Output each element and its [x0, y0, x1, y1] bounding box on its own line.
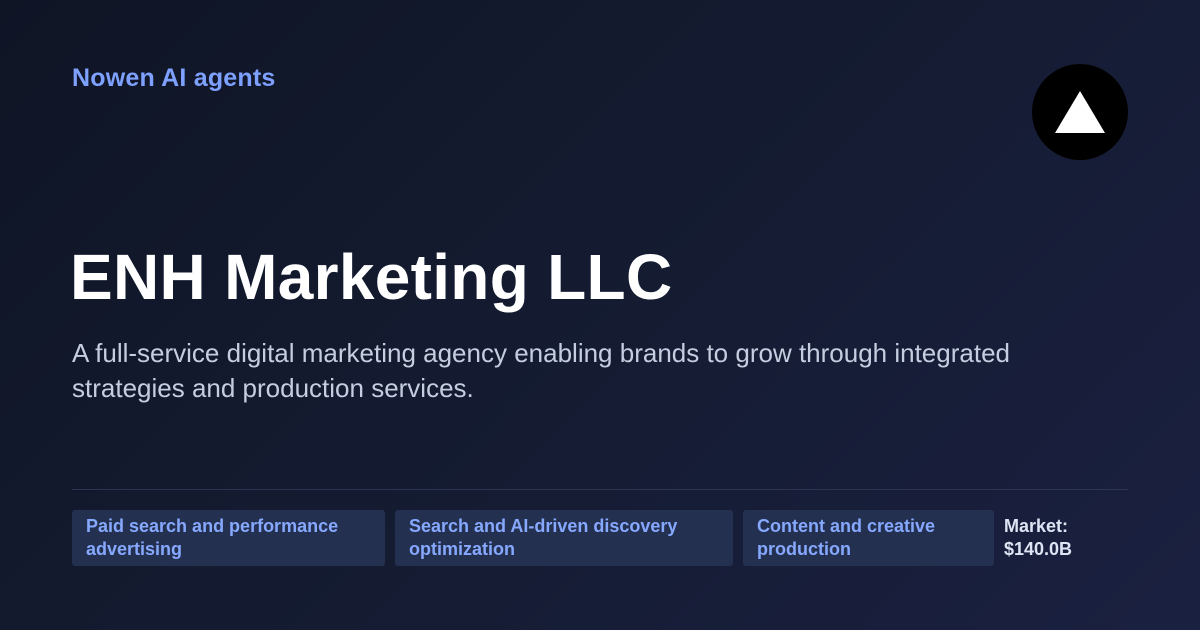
- brand-label: Nowen AI agents: [72, 64, 276, 92]
- triangle-logo-icon: [1055, 91, 1105, 133]
- logo-badge: [1032, 64, 1128, 160]
- service-tag: Content and creative production: [743, 510, 994, 566]
- market-label: Market:: [1004, 516, 1069, 536]
- service-tag: Paid search and performance advertising: [72, 510, 385, 566]
- market-size: Market: $140.0B: [1004, 510, 1114, 561]
- market-value: $140.0B: [1004, 539, 1073, 559]
- company-title: ENH Marketing LLC: [70, 241, 673, 313]
- service-tag: Search and AI-driven discovery optimizat…: [395, 510, 733, 566]
- company-description: A full-service digital marketing agency …: [72, 338, 1010, 403]
- tag-list: Paid search and performance advertising …: [72, 510, 1114, 566]
- divider: [72, 489, 1128, 490]
